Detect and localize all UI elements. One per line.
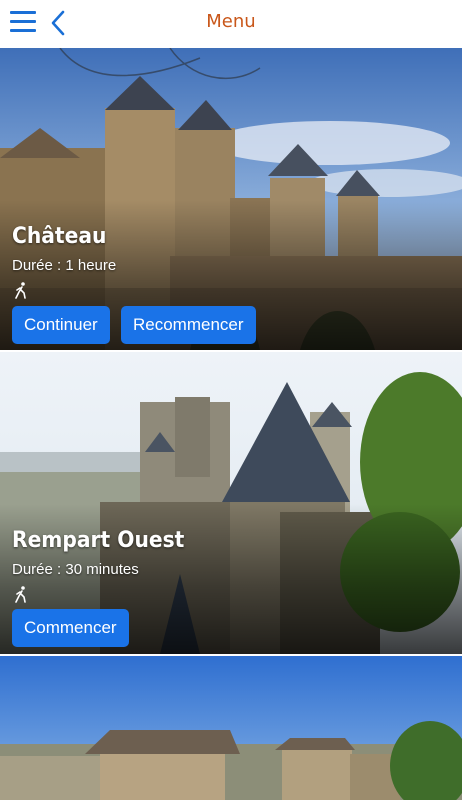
tour-card-rempart-ouest[interactable]: Rempart Ouest Durée : 30 minutes Commenc… (0, 352, 462, 654)
walking-person-icon (15, 586, 26, 603)
card-title: Rempart Ouest (12, 528, 185, 553)
start-button[interactable]: Commencer (12, 609, 129, 647)
continue-button[interactable]: Continuer (12, 306, 110, 344)
top-app-bar: Menu (0, 0, 462, 47)
tour-photo (0, 656, 462, 800)
page-title: Menu (206, 11, 256, 32)
tour-card-partial[interactable] (0, 656, 462, 800)
card-title: Château (12, 224, 107, 249)
restart-button[interactable]: Recommencer (121, 306, 256, 344)
tour-card-chateau[interactable]: Château Durée : 1 heure Continuer Recomm… (0, 48, 462, 350)
walking-person-icon (15, 282, 26, 299)
card-duration: Durée : 1 heure (12, 257, 117, 274)
card-duration: Durée : 30 minutes (12, 561, 139, 578)
